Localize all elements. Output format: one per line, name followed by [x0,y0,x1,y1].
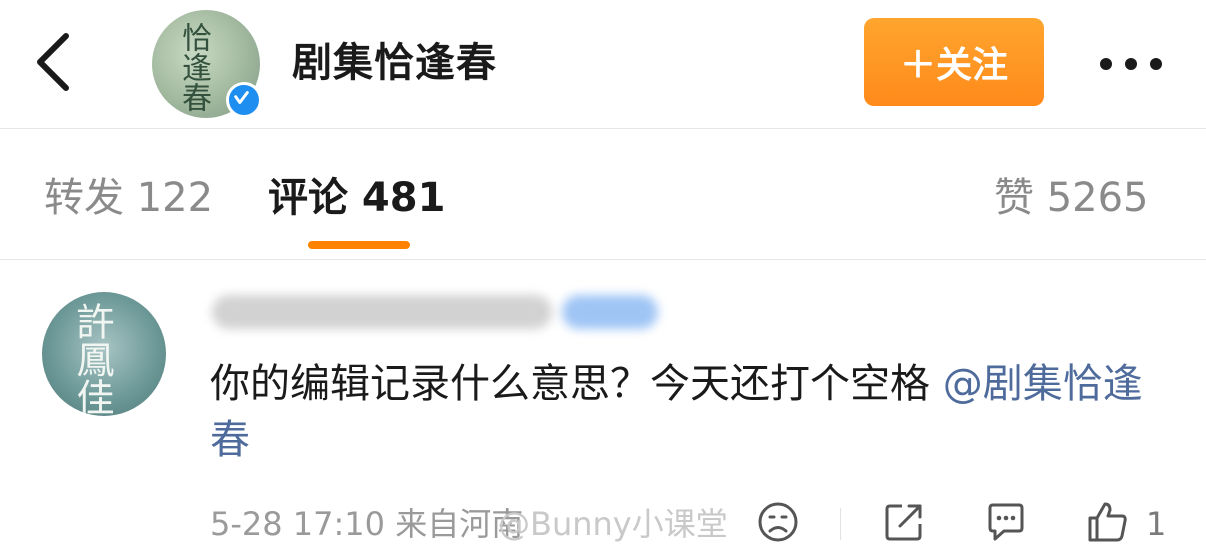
like-count: 1 [1146,505,1167,543]
action-divider [840,508,841,540]
more-options-icon[interactable] [1096,54,1166,74]
reply-comment-icon[interactable] [984,500,1028,544]
watermark: @Bunny小课堂 [498,505,728,543]
commenter-avatar[interactable]: 許鳳佳 [42,292,166,416]
follow-button[interactable]: ＋关注 [864,18,1044,106]
avatar-calligraphy: 恰逢春 [176,22,211,112]
like-thumb-icon[interactable] [1086,500,1130,544]
comment-text: 你的编辑记录什么意思？今天还打个空格 @剧集恰逢春 [210,356,1170,468]
share-icon[interactable] [882,500,926,544]
interaction-tabs: 转发 122 评论 481 赞 5265 [0,129,1206,260]
tab-likes[interactable]: 赞 5265 [994,173,1149,223]
account-name[interactable]: 剧集恰逢春 [292,38,497,88]
blurred-badge [562,295,658,329]
back-arrow-icon[interactable] [28,30,88,94]
blurred-username [212,295,552,329]
commenter-name-blurred[interactable] [212,292,658,332]
verified-badge-icon [226,82,262,118]
comment-meta: 5-28 17:10 来自河南 [210,505,524,543]
commenter-avatar-calligraphy: 許鳳佳 [70,302,114,416]
tab-reposts[interactable]: 转发 122 [44,173,213,223]
tab-comments[interactable]: 评论 481 [268,173,445,223]
comment-body: 你的编辑记录什么意思？今天还打个空格 [210,361,930,407]
active-tab-indicator [308,241,410,249]
sad-face-icon[interactable] [756,500,800,544]
top-bar: 恰逢春 剧集恰逢春 ＋关注 [0,0,1206,129]
